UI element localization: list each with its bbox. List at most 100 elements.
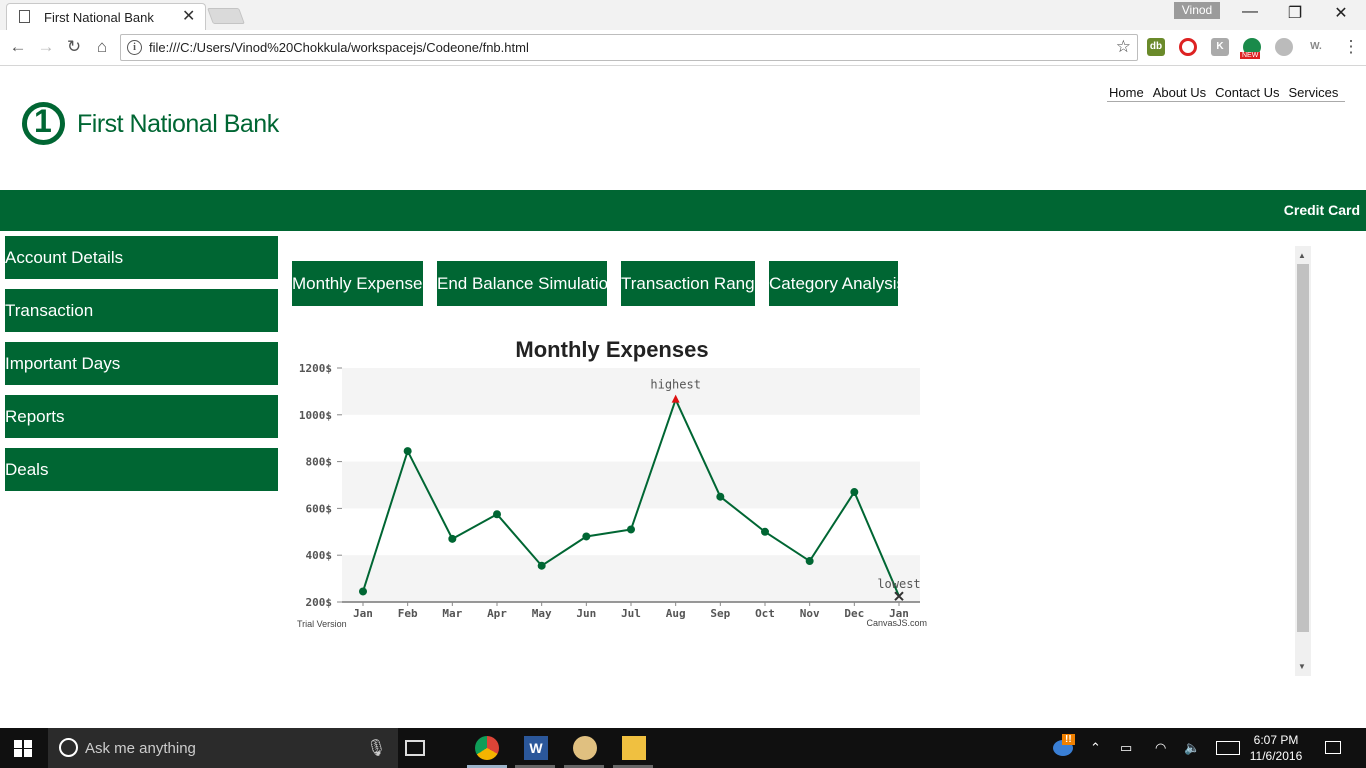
chart-title: Monthly Expenses: [515, 337, 708, 362]
grid-band: [342, 555, 920, 602]
sidebar-item-important-days[interactable]: Important Days: [5, 342, 278, 385]
clock-time: 6:07 PM: [1253, 733, 1299, 747]
windows-start-icon[interactable]: [14, 740, 32, 757]
battery-icon[interactable]: ▭: [1120, 740, 1132, 756]
data-point[interactable]: [403, 447, 412, 456]
scroll-up-arrow-icon[interactable]: ▲: [1298, 251, 1306, 260]
restore-button[interactable]: ❐: [1280, 3, 1310, 23]
bookmark-star-icon[interactable]: ☆: [1116, 37, 1131, 57]
wifi-icon[interactable]: ◠: [1155, 740, 1166, 756]
forward-button[interactable]: →: [35, 37, 57, 57]
browser-toolbar: ← → ↻ ⌂ i file:///C:/Users/Vinod%20Chokk…: [0, 30, 1366, 66]
nav-services[interactable]: Services: [1286, 85, 1340, 101]
data-point[interactable]: [761, 527, 769, 536]
windows-taskbar: Ask me anything 🎙 W !! ⌃ ▭ ◠ 🔈 6:07 PM 1…: [0, 728, 1366, 768]
url-text[interactable]: file:///C:/Users/Vinod%20Chokkula/worksp…: [149, 40, 529, 55]
x-tick-label: Mar: [442, 607, 462, 620]
browser-tab[interactable]: First National Bank ✕: [6, 3, 206, 30]
microphone-icon[interactable]: 🎙: [366, 738, 386, 758]
new-tab-button[interactable]: [207, 8, 245, 24]
grid-band: [342, 368, 920, 415]
data-point[interactable]: [448, 534, 457, 543]
cortana-search-box[interactable]: Ask me anything 🎙: [48, 728, 398, 768]
nav-home[interactable]: Home: [1107, 85, 1146, 101]
data-point[interactable]: [493, 510, 501, 519]
sidebar-item-reports[interactable]: Reports: [5, 395, 278, 438]
volume-muted-icon[interactable]: 🔈: [1184, 740, 1200, 756]
nav-contact-us[interactable]: Contact Us: [1213, 85, 1281, 101]
page-icon: [19, 10, 30, 23]
x-tick-label: Dec: [844, 607, 864, 620]
sidebar-item-account-details[interactable]: Account Details: [5, 236, 278, 279]
scroll-down-arrow-icon[interactable]: ▼: [1298, 662, 1306, 671]
tab-category-analysis[interactable]: Category Analysis: [769, 261, 905, 306]
x-tick-label: Jul: [621, 607, 641, 620]
tab-monthly-expenses[interactable]: Monthly Expenses: [292, 261, 431, 306]
nav-about-us[interactable]: About Us: [1151, 85, 1208, 101]
extension-opera-icon[interactable]: [1179, 38, 1197, 56]
highest-label: highest: [650, 378, 701, 392]
extension-w-icon[interactable]: W.: [1307, 38, 1325, 56]
data-point[interactable]: [582, 532, 591, 541]
paint-taskbar-icon[interactable]: [573, 736, 597, 760]
data-point[interactable]: [359, 587, 367, 596]
system-clock[interactable]: 6:07 PM 11/6/2016: [1246, 732, 1306, 764]
browser-tabstrip: First National Bank ✕ Vinod — ❐ ✕: [0, 0, 1366, 30]
monthly-expenses-chart: Monthly Expenses 200$ 400$ 600$ 800$ 1000$ 12…: [297, 337, 927, 629]
top-navigation: Home About Us Contact Us Services: [1107, 85, 1346, 102]
chrome-taskbar-icon[interactable]: [475, 736, 499, 760]
scrollbar-thumb[interactable]: [1297, 264, 1309, 632]
clock-date: 11/6/2016: [1249, 749, 1303, 763]
action-center-icon[interactable]: [1325, 741, 1341, 754]
tab-title: First National Bank: [44, 10, 154, 25]
home-button[interactable]: ⌂: [91, 37, 113, 57]
data-point[interactable]: [537, 561, 546, 570]
y-tick-label: 200$: [306, 596, 333, 609]
address-bar[interactable]: i file:///C:/Users/Vinod%20Chokkula/work…: [120, 34, 1138, 61]
data-point[interactable]: [805, 557, 814, 566]
x-tick-label: Oct: [755, 607, 775, 620]
task-view-icon[interactable]: [405, 740, 425, 756]
tab-end-balance-simulation[interactable]: End Balance Simulation: [437, 261, 618, 306]
tray-warning-icon[interactable]: !!: [1062, 734, 1075, 745]
profile-button[interactable]: Vinod: [1174, 2, 1220, 19]
credit-card-link[interactable]: Credit Card: [1284, 202, 1360, 218]
grid-band: [342, 461, 920, 509]
y-tick-label: 800$: [306, 456, 333, 469]
x-tick-label: May: [532, 607, 552, 620]
y-tick-label: 400$: [306, 549, 333, 562]
credit-trial-version: Trial Version: [297, 619, 347, 629]
data-point[interactable]: [627, 525, 635, 534]
browser-menu-icon[interactable]: ⋮: [1340, 37, 1362, 57]
bank-logo-text: First National Bank: [77, 110, 279, 138]
x-tick-label: Nov: [800, 607, 820, 620]
y-tick-label: 1000$: [299, 409, 332, 422]
keyboard-icon[interactable]: [1216, 741, 1240, 755]
back-button[interactable]: ←: [7, 37, 29, 57]
data-point[interactable]: [850, 488, 859, 497]
file-explorer-taskbar-icon[interactable]: [622, 736, 646, 760]
tray-chevron-up-icon[interactable]: ⌃: [1090, 740, 1101, 756]
data-point[interactable]: [716, 492, 725, 501]
window-close-button[interactable]: ✕: [1326, 3, 1356, 23]
y-tick-label: 1200$: [299, 362, 332, 375]
word-taskbar-icon[interactable]: W: [524, 736, 548, 760]
green-banner: Credit Card: [0, 190, 1366, 231]
minimize-button[interactable]: —: [1235, 3, 1265, 21]
extension-k-icon[interactable]: K: [1211, 38, 1229, 56]
credit-canvasjs[interactable]: CanvasJS.com: [866, 618, 927, 628]
tab-transaction-range[interactable]: Transaction Range: [621, 261, 764, 306]
reload-button[interactable]: ↻: [63, 37, 85, 57]
tab-close-icon[interactable]: ✕: [182, 6, 195, 26]
search-placeholder: Ask me anything: [85, 740, 196, 757]
extension-db-icon[interactable]: db: [1147, 38, 1165, 56]
x-tick-label: Aug: [666, 607, 686, 620]
sidebar-item-deals[interactable]: Deals: [5, 448, 278, 491]
info-icon[interactable]: i: [127, 40, 142, 55]
extension-gray-icon[interactable]: [1275, 38, 1293, 56]
x-tick-label: Feb: [398, 607, 418, 620]
sidebar-item-transaction[interactable]: Transaction: [5, 289, 278, 332]
cortana-icon: [59, 738, 78, 757]
x-tick-label: Apr: [487, 607, 507, 620]
x-tick-label: Jun: [576, 607, 596, 620]
